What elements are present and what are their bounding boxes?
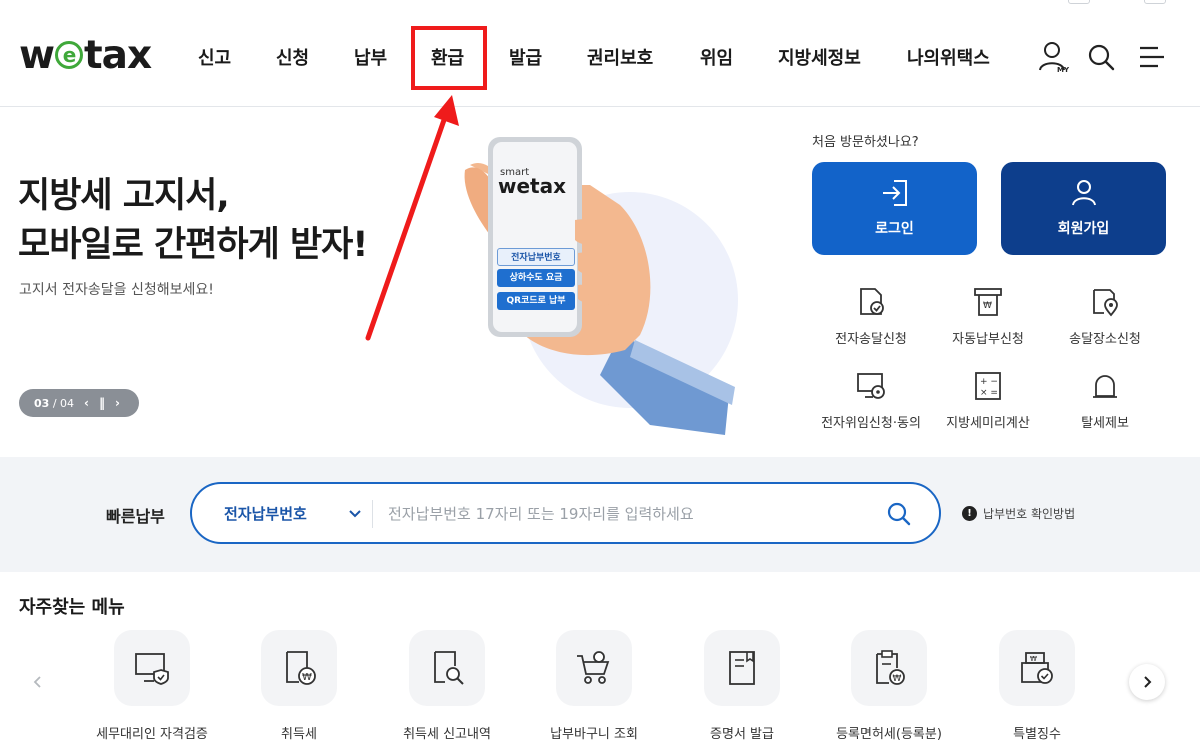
login-button[interactable]: 로그인 — [812, 162, 977, 255]
cart-search-icon — [577, 651, 610, 684]
menu-tile — [114, 630, 190, 706]
nav-delegation[interactable]: 위임 — [700, 44, 733, 70]
quick-tax-calculator[interactable]: + − × = 지방세미리계산 — [928, 370, 1048, 431]
signup-button[interactable]: 회원가입 — [1001, 162, 1166, 255]
divider — [372, 500, 373, 528]
carousel-next-button[interactable] — [1129, 664, 1165, 700]
menu-acquisition-tax[interactable]: ₩ 취득세 — [234, 630, 364, 742]
menu-certificate-issue[interactable]: 증명서 발급 — [677, 630, 807, 742]
siren-icon — [1093, 375, 1117, 398]
first-visit-question: 처음 방문하셨나요? — [812, 135, 919, 150]
nav-issue[interactable]: 발급 — [509, 44, 542, 70]
quick-e-delegation[interactable]: 전자위임신청·동의 — [811, 370, 931, 431]
document-search-icon — [434, 651, 464, 685]
pager-next-icon[interactable]: › — [115, 396, 120, 410]
nav-pay[interactable]: 납부 — [354, 44, 387, 70]
certificate-icon — [729, 651, 755, 685]
chevron-right-icon — [1144, 676, 1152, 688]
calculator-icon: + − × = — [975, 372, 1001, 400]
menu-acquisition-tax-history[interactable]: 취득세 신고내역 — [382, 630, 512, 742]
menu-special-collection[interactable]: ₩ 특별징수 — [972, 630, 1102, 742]
chevron-down-icon[interactable] — [347, 506, 363, 522]
menu-icon[interactable] — [1136, 40, 1168, 74]
quick-tax-evasion-report[interactable]: 탈세제보 — [1045, 370, 1165, 431]
quick-pay-search-box: 전자납부번호 — [190, 482, 941, 544]
user-icon — [1072, 180, 1096, 206]
nav-report[interactable]: 신고 — [198, 44, 231, 70]
svg-text:+ −: + − — [980, 377, 998, 387]
menu-tile — [704, 630, 780, 706]
payment-number-help-link[interactable]: ! 납부번호 확인방법 — [962, 505, 1075, 522]
svg-text:₩: ₩ — [302, 672, 312, 683]
hero-subtitle: 고지서 전자송달을 신청해보세요! — [19, 282, 214, 298]
wetax-logo[interactable]: w e tax — [19, 32, 152, 78]
info-icon: ! — [962, 506, 977, 521]
hand-phone-illustration: smart wetax — [464, 137, 738, 435]
quick-delivery-location[interactable]: 송달장소신청 — [1045, 286, 1165, 347]
menu-payment-basket[interactable]: 납부바구니 조회 — [529, 630, 659, 742]
menu-tile: ₩ — [999, 630, 1075, 706]
nav-rights-protection[interactable]: 권리보호 — [587, 44, 653, 70]
nav-my-wetax[interactable]: 나의위택스 — [907, 44, 990, 70]
refund-highlight-box — [411, 26, 487, 90]
auto-pay-icon: ₩ — [974, 288, 1002, 316]
quick-auto-pay[interactable]: ₩ 자동납부신청 — [928, 286, 1048, 347]
phone-button-water-fee: 상하수도 요금 — [497, 269, 575, 287]
nav-local-tax-info[interactable]: 지방세정보 — [778, 44, 861, 70]
svg-text:₩: ₩ — [1030, 655, 1037, 663]
menu-tile — [409, 630, 485, 706]
menu-tax-agent-verify[interactable]: 세무대리인 자격검증 — [87, 630, 217, 742]
frequent-menu-title: 자주찾는 메뉴 — [19, 597, 125, 618]
document-won-icon: ₩ — [286, 651, 316, 685]
phone-button-qr-pay: QR코드로 납부 — [497, 292, 575, 310]
nav-apply[interactable]: 신청 — [276, 44, 309, 70]
top-utility-box[interactable] — [1068, 0, 1090, 4]
monitor-delegate-icon — [857, 373, 885, 399]
box-check-icon: ₩ — [1021, 652, 1053, 684]
svg-text:₩: ₩ — [893, 674, 902, 684]
phone-brand: wetax — [498, 174, 566, 198]
phone-button-payment-number: 전자납부번호 — [497, 248, 575, 266]
quick-e-delivery[interactable]: 전자송달신청 — [811, 286, 931, 347]
svg-text:₩: ₩ — [983, 301, 992, 311]
menu-tile: ₩ — [261, 630, 337, 706]
clipboard-won-icon: ₩ — [876, 650, 905, 685]
search-icon[interactable] — [885, 500, 913, 528]
doc-check-icon — [860, 288, 884, 315]
quick-pay-label: 빠른납부 — [106, 507, 165, 526]
pager-count: 03 / 04 — [34, 396, 75, 410]
banner-pager: 03 / 04 ‹ ‖ › — [19, 389, 139, 417]
search-icon[interactable] — [1086, 40, 1118, 74]
svg-text:× =: × = — [980, 388, 998, 398]
hero-title: 지방세 고지서, 모바일로 간편하게 받자! — [18, 176, 368, 265]
carousel-prev-button[interactable] — [20, 664, 56, 700]
payment-type-select[interactable]: 전자납부번호 — [224, 503, 307, 524]
my-badge: MY — [1057, 66, 1070, 74]
menu-tile — [556, 630, 632, 706]
pager-pause-icon[interactable]: ‖ — [99, 396, 105, 410]
site-header: w e tax 신고 신청 납부 환급 발급 권리보호 위임 지방세정보 나의위택스… — [0, 0, 1200, 107]
logo-e-mark: e — [55, 41, 84, 69]
pager-prev-icon[interactable]: ‹ — [84, 396, 89, 410]
menu-registration-license-tax[interactable]: ₩ 등록면허세(등록분) — [824, 630, 954, 742]
top-utility-box[interactable] — [1144, 0, 1166, 4]
login-icon — [883, 180, 907, 206]
monitor-shield-icon — [135, 653, 169, 685]
menu-tile: ₩ — [851, 630, 927, 706]
user-my-icon[interactable]: MY — [1038, 40, 1070, 74]
payment-number-input[interactable] — [388, 498, 868, 530]
chevron-left-icon — [33, 676, 41, 688]
location-doc-icon — [1093, 289, 1118, 317]
